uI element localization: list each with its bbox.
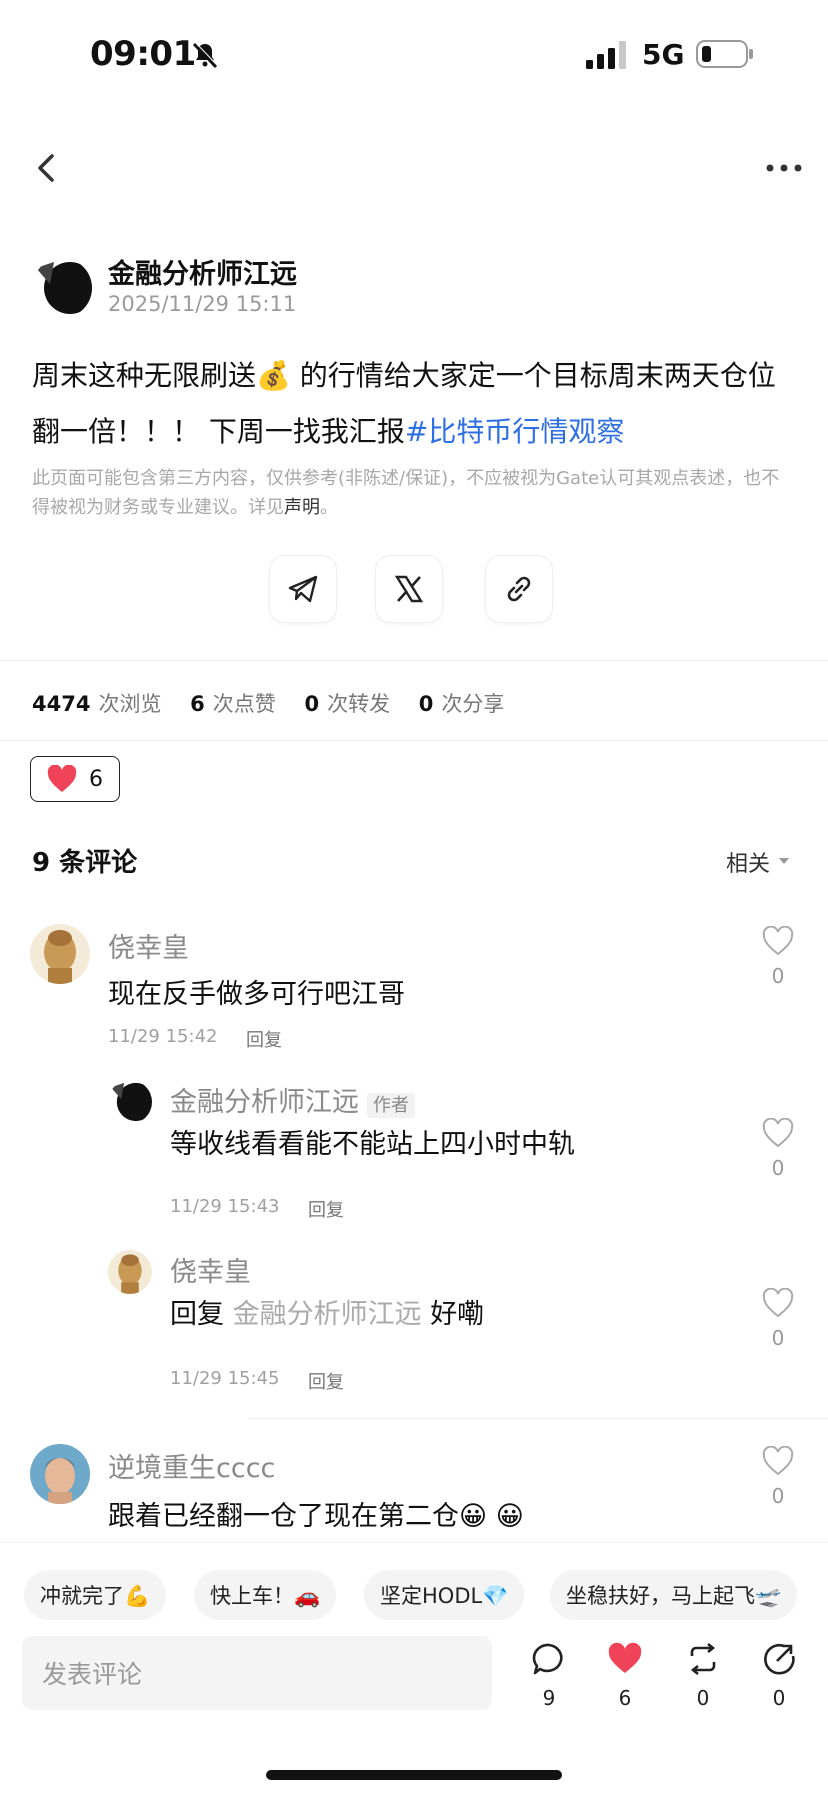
comment-time: 11/29 15:43 [170, 1196, 280, 1217]
commenter-avatar[interactable] [30, 1444, 90, 1504]
x-logo-icon [394, 575, 424, 603]
comment-time: 11/29 15:42 [108, 1026, 218, 1047]
commenter-name[interactable]: 逆境重生cccc [108, 1446, 275, 1485]
reply-prefix: 回复 [170, 1299, 224, 1330]
comment-text: 现在反手做多可行吧江哥 [108, 979, 405, 1010]
heart-outline-icon[interactable] [762, 1288, 794, 1318]
likes-count: 6 [190, 692, 205, 716]
quick-reply-chip[interactable]: 坚定HODL💎 [364, 1570, 525, 1620]
comment-like-count: 0 [771, 1156, 785, 1180]
network-label: 5G [642, 38, 685, 71]
shares-count: 0 [418, 692, 434, 716]
commenter-avatar[interactable] [108, 1080, 152, 1124]
back-chevron-icon[interactable] [30, 148, 66, 188]
quick-reply-chip[interactable]: 快上车！🚗 [194, 1570, 337, 1620]
post-timestamp: 2025/11/29 15:11 [108, 292, 297, 316]
heart-filled-icon[interactable] [608, 1642, 642, 1676]
signal-icon [586, 41, 626, 69]
comment-like-count: 0 [771, 1326, 785, 1350]
link-icon [507, 576, 531, 602]
post-text: 周末这种无限刷送💰 的行情给大家定一个目标周末两天仓位翻一倍！！！ 下周一找我汇… [32, 359, 776, 448]
disclaimer-end: 。 [320, 497, 338, 518]
more-options-icon[interactable] [764, 156, 804, 180]
commenter-name[interactable]: 侥幸皇 [170, 1250, 251, 1289]
repost-count: 0 [696, 1686, 710, 1710]
reply-button[interactable]: 回复 [308, 1368, 344, 1394]
reply-button[interactable]: 回复 [246, 1026, 282, 1052]
post-body: 周末这种无限刷送💰 的行情给大家定一个目标周末两天仓位翻一倍！！！ 下周一找我汇… [32, 348, 792, 460]
comment-text: 跟着已经翻一仓了现在第二仓😀 😀 [108, 1501, 524, 1532]
commenter-name[interactable]: 金融分析师江远 作者 [170, 1080, 415, 1119]
status-time: 09:01 [90, 34, 196, 74]
mention-link[interactable]: 金融分析师江远 [233, 1299, 422, 1330]
like-count: 6 [618, 1686, 632, 1710]
repost-icon[interactable] [686, 1642, 720, 1676]
author-avatar[interactable] [32, 258, 92, 318]
like-count: 6 [89, 766, 103, 792]
telegram-icon [288, 575, 318, 603]
home-indicator[interactable] [266, 1770, 562, 1780]
comment-text: 等收线看看能不能站上四小时中轨 [170, 1129, 575, 1160]
commenter-name[interactable]: 侥幸皇 [108, 926, 189, 965]
comment-like-count: 0 [771, 1484, 785, 1508]
heart-outline-icon[interactable] [762, 1446, 794, 1476]
likes-label: 次点赞 [212, 692, 276, 716]
comment-text: 回复 金融分析师江远 好嘞 [170, 1292, 484, 1331]
shares-label: 次分享 [441, 692, 505, 716]
disclaimer-link[interactable]: 声明 [284, 497, 320, 518]
heart-filled-icon [47, 765, 77, 792]
caret-down-icon[interactable] [778, 856, 790, 866]
comment-count: 9 [542, 1686, 556, 1710]
copy-link-button[interactable] [486, 556, 552, 622]
heart-outline-icon[interactable] [762, 926, 794, 956]
comments-title: 9 条评论 [32, 848, 138, 878]
hashtag-link[interactable]: #比特币行情观察 [405, 415, 624, 448]
quick-reply-chip[interactable]: 坐稳扶好，马上起飞🛫 [550, 1570, 798, 1620]
divider [0, 740, 828, 741]
comment-input[interactable]: 发表评论 [22, 1636, 492, 1710]
battery-icon [696, 40, 753, 68]
disclaimer: 此页面可能包含第三方内容，仅供参考(非陈述/保证)，不应被视为Gate认可其观点… [32, 464, 784, 522]
reposts-count: 0 [304, 692, 320, 716]
post-stats: 4474 次浏览 6 次点赞 0 次转发 0 次分享 [32, 688, 504, 718]
divider [0, 1542, 828, 1543]
heart-outline-icon[interactable] [762, 1118, 794, 1148]
comment-like-count: 0 [771, 964, 785, 988]
reposts-label: 次转发 [327, 692, 391, 716]
commenter-name-text[interactable]: 金融分析师江远 [170, 1087, 359, 1118]
share-x-button[interactable] [376, 556, 442, 622]
sort-dropdown[interactable]: 相关 [726, 846, 770, 878]
views-label: 次浏览 [98, 692, 162, 716]
views-count: 4474 [32, 692, 91, 716]
share-icon[interactable] [762, 1642, 796, 1676]
divider [250, 1418, 828, 1419]
comment-time: 11/29 15:45 [170, 1368, 280, 1389]
commenter-avatar[interactable] [30, 924, 90, 984]
disclaimer-text: 此页面可能包含第三方内容，仅供参考(非陈述/保证)，不应被视为Gate认可其观点… [32, 468, 780, 518]
share-telegram-button[interactable] [270, 556, 336, 622]
reply-button[interactable]: 回复 [308, 1196, 344, 1222]
author-name[interactable]: 金融分析师江远 [108, 252, 297, 291]
quick-reply-chip[interactable]: 冲就完了💪 [24, 1570, 167, 1620]
like-button[interactable]: 6 [30, 756, 120, 802]
commenter-avatar[interactable] [108, 1250, 152, 1294]
comment-bubble-icon[interactable] [532, 1642, 566, 1676]
bell-muted-icon [192, 42, 219, 69]
divider [0, 660, 828, 661]
author-badge: 作者 [367, 1092, 415, 1118]
reply-text: 好嘞 [430, 1299, 485, 1330]
share-count: 0 [772, 1686, 786, 1710]
